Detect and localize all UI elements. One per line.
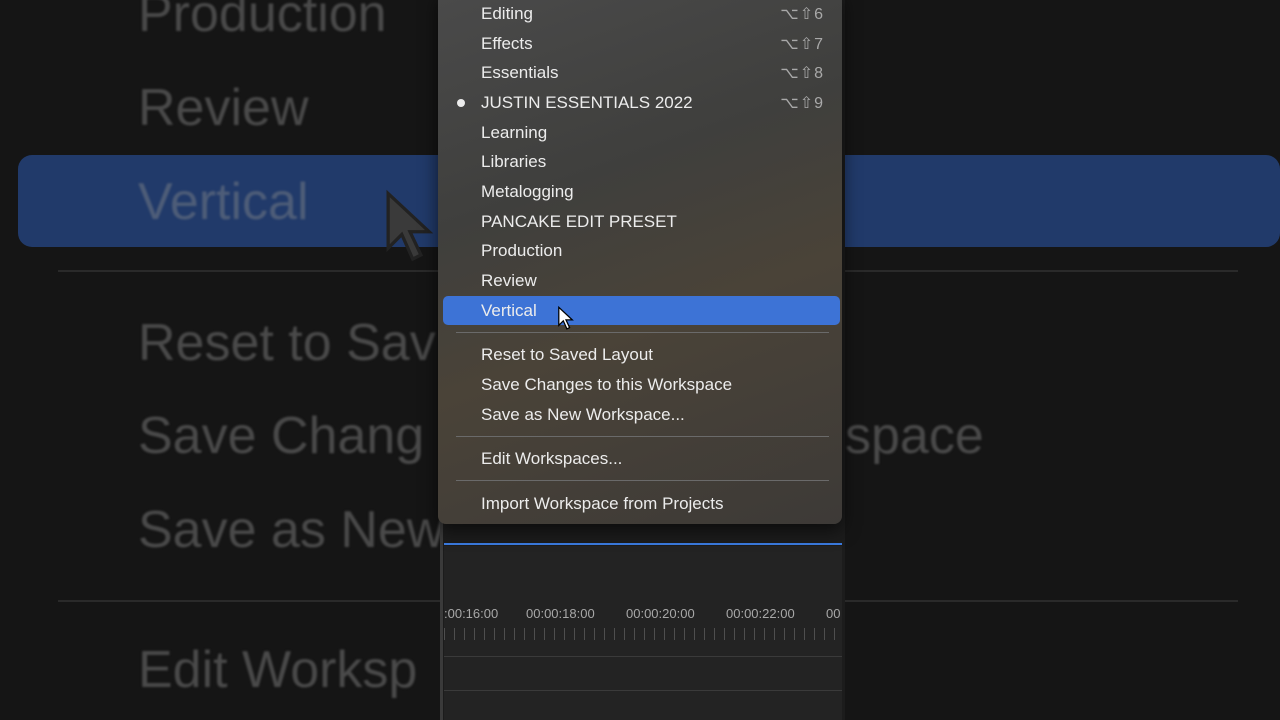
- menu-item-label: Essentials: [481, 63, 559, 82]
- menu-item-review[interactable]: Review: [443, 266, 840, 295]
- timeline-top-border: [444, 543, 842, 545]
- timecode: :00:16:00: [444, 606, 499, 621]
- menu-item-pancake-edit-preset[interactable]: PANCAKE EDIT PRESET: [443, 207, 840, 236]
- bg-item-edit-workspaces: Edit Worksp: [138, 641, 418, 699]
- menu-item-libraries[interactable]: Libraries: [443, 147, 840, 176]
- menu-item-label: Edit Workspaces...: [481, 449, 623, 468]
- timecode: 00:00:20:00: [626, 606, 695, 621]
- menu-item-shortcut: ⌥⇧9: [780, 95, 824, 112]
- menu-item-label: Production: [481, 241, 563, 260]
- bg-item-space-fragment: space: [845, 407, 984, 465]
- menu-item-vertical[interactable]: Vertical: [443, 296, 840, 325]
- menu-item-label: Editing: [481, 4, 533, 23]
- menu-item-reset-to-saved-layout[interactable]: Reset to Saved Layout: [443, 340, 840, 369]
- menu-item-essentials[interactable]: Essentials ⌥⇧8: [443, 58, 840, 87]
- menu-item-label: JUSTIN ESSENTIALS 2022: [481, 93, 693, 112]
- menu-separator: [456, 436, 829, 437]
- menu-item-save-as-new-workspace[interactable]: Save as New Workspace...: [443, 400, 840, 429]
- menu-item-label: Reset to Saved Layout: [481, 345, 654, 364]
- menu-item-label: Metalogging: [481, 182, 574, 201]
- menu-item-effects[interactable]: Effects ⌥⇧7: [443, 29, 840, 58]
- timecode: 00:00:18:00: [526, 606, 595, 621]
- timeline-panel[interactable]: :00:16:00 00:00:18:00 00:00:20:00 00:00:…: [444, 546, 842, 720]
- bg-item-reset: Reset to Sav: [138, 314, 436, 372]
- ruler-ticks: [444, 628, 842, 640]
- menu-separator: [456, 332, 829, 333]
- menu-item-production[interactable]: Production: [443, 236, 840, 265]
- menu-separator: [456, 480, 829, 481]
- menu-item-justin-essentials-2022[interactable]: JUSTIN ESSENTIALS 2022 ⌥⇧9: [443, 88, 840, 117]
- menu-item-label: Effects: [481, 34, 533, 53]
- menu-item-label: Learning: [481, 123, 548, 142]
- menu-item-metalogging[interactable]: Metalogging: [443, 177, 840, 206]
- menu-item-label: Save as New Workspace...: [481, 405, 685, 424]
- menu-item-label: Review: [481, 271, 537, 290]
- timecode: 00:00:22:00: [726, 606, 795, 621]
- menu-item-shortcut: ⌥⇧6: [780, 6, 824, 23]
- menu-item-learning[interactable]: Learning: [443, 118, 840, 147]
- workspaces-menu: Editing ⌥⇧6 Effects ⌥⇧7 Essentials ⌥⇧8 J…: [438, 0, 842, 524]
- track-divider: [444, 690, 842, 691]
- bg-item-save-changes: Save Chang: [138, 407, 425, 465]
- time-ruler[interactable]: :00:16:00 00:00:18:00 00:00:20:00 00:00:…: [444, 606, 842, 626]
- menu-item-label: Import Workspace from Projects: [481, 494, 724, 513]
- track-divider: [444, 656, 842, 657]
- menu-item-label: Save Changes to this Workspace: [481, 375, 733, 394]
- menu-item-label: Vertical: [481, 301, 537, 320]
- bg-item-review: Review: [138, 79, 309, 137]
- bg-cursor-icon: [386, 189, 434, 262]
- menu-item-edit-workspaces[interactable]: Edit Workspaces...: [443, 444, 840, 473]
- bg-item-save-new: Save as New: [138, 501, 445, 559]
- timecode: 00: [826, 606, 841, 621]
- menu-item-label: PANCAKE EDIT PRESET: [481, 212, 677, 231]
- menu-item-shortcut: ⌥⇧7: [780, 36, 824, 53]
- menu-item-shortcut: ⌥⇧8: [780, 65, 824, 82]
- menu-item-save-changes[interactable]: Save Changes to this Workspace: [443, 370, 840, 399]
- menu-item-editing[interactable]: Editing ⌥⇧6: [443, 0, 840, 28]
- bg-item-production: Production: [138, 0, 387, 43]
- bg-item-vertical: Vertical: [138, 173, 309, 231]
- menu-item-label: Libraries: [481, 152, 547, 171]
- mouse-cursor-icon: [558, 305, 574, 330]
- menu-item-import-workspace[interactable]: Import Workspace from Projects: [443, 489, 840, 518]
- checked-bullet-icon: [457, 99, 465, 107]
